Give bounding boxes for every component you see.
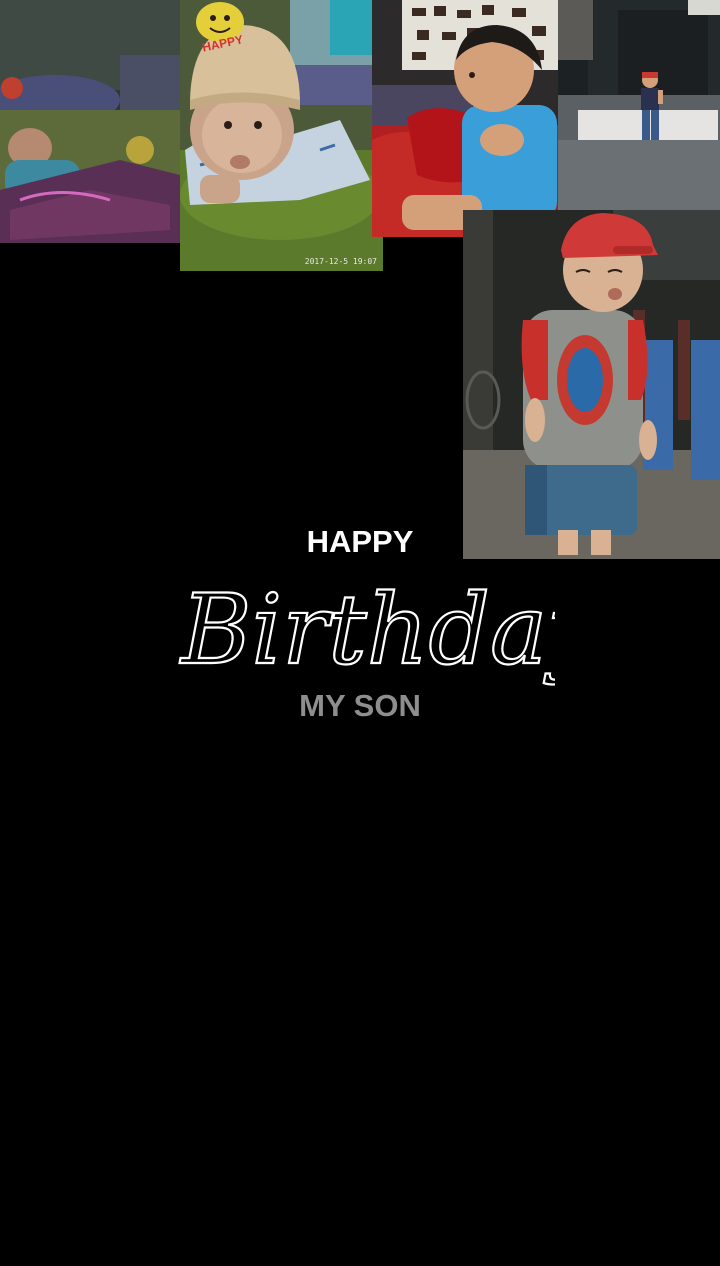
photo-timestamp: 2017-12-5 19:07 [304, 257, 377, 266]
photo-baby-happy-hat: HAPPY 2017-12-5 19:07 [180, 0, 383, 271]
greeting-birthday-text: Birthday [179, 574, 555, 686]
photo-baby-happy-hat-image: HAPPY [180, 0, 383, 271]
photo-toddler-stage-image [558, 0, 720, 232]
greeting-my-son: MY SON [299, 688, 421, 723]
photo-toddler-pillow [372, 0, 560, 237]
photo-boy-red-cap [463, 210, 720, 559]
photo-toddler-pillow-image [372, 0, 560, 237]
photo-boy-red-cap-image [463, 210, 720, 559]
photo-baby-sleeping-image [0, 0, 180, 243]
photo-toddler-stage [558, 0, 720, 232]
photo-baby-sleeping [0, 0, 180, 243]
